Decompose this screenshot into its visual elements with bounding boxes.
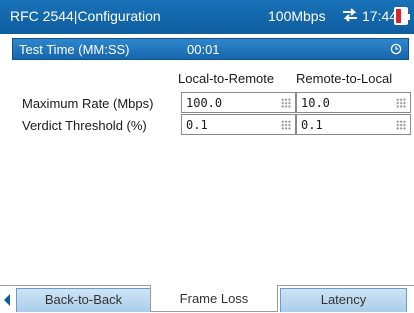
keypad-icon[interactable]: [396, 98, 406, 108]
arrow-left-icon: [4, 294, 10, 306]
clock: 17:44: [362, 8, 398, 24]
test-time-value[interactable]: 00:01: [187, 42, 220, 57]
keypad-icon[interactable]: [396, 120, 406, 130]
test-time-row[interactable]: Test Time (MM:SS) 00:01: [12, 38, 409, 60]
battery-low-icon: [394, 7, 410, 25]
column-header-local-to-remote: Local-to-Remote: [178, 71, 275, 86]
title-bar: RFC 2544|Configuration 100Mbps 17:44: [0, 0, 414, 34]
tab-back-to-back[interactable]: Back-to-Back: [16, 288, 151, 312]
link-rate: 100Mbps: [268, 8, 326, 24]
maximum-rate-remote-field[interactable]: 10.0: [296, 92, 411, 113]
verdict-threshold-local-field[interactable]: 0.1: [181, 114, 296, 135]
tab-frame-loss[interactable]: Frame Loss: [150, 285, 278, 312]
tab-latency[interactable]: Latency: [280, 288, 407, 312]
tab-scroll-left-button[interactable]: [0, 288, 14, 312]
maximum-rate-local-value: 100.0: [186, 96, 223, 110]
maximum-rate-remote-value: 10.0: [301, 96, 330, 110]
test-time-label: Test Time (MM:SS): [19, 42, 130, 57]
maximum-rate-local-field[interactable]: 100.0: [181, 92, 296, 113]
link-arrows-icon: [343, 8, 357, 22]
timer-icon: [390, 43, 402, 55]
keypad-icon[interactable]: [281, 98, 291, 108]
verdict-threshold-remote-field[interactable]: 0.1: [296, 114, 411, 135]
verdict-threshold-label: Verdict Threshold (%): [22, 118, 147, 133]
verdict-threshold-remote-value: 0.1: [301, 118, 323, 132]
verdict-threshold-local-value: 0.1: [186, 118, 208, 132]
maximum-rate-label: Maximum Rate (Mbps): [22, 96, 154, 111]
keypad-icon[interactable]: [281, 120, 291, 130]
page-title: RFC 2544|Configuration: [10, 8, 161, 24]
column-header-remote-to-local: Remote-to-Local: [296, 71, 393, 86]
